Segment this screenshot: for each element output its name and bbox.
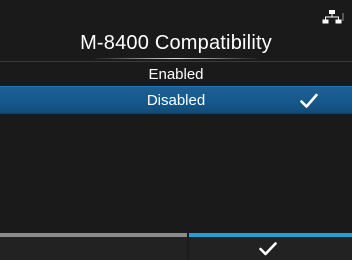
check-icon xyxy=(300,93,318,108)
option-list: Enabled Disabled xyxy=(0,61,352,114)
option-label: Enabled xyxy=(148,66,204,83)
title-underline xyxy=(92,58,260,59)
option-enabled[interactable]: Enabled xyxy=(0,61,352,86)
softkey-bar xyxy=(0,233,352,260)
empty-area xyxy=(0,118,352,233)
header: M-8400 Compatibility xyxy=(0,0,352,61)
network-icon xyxy=(322,10,344,24)
page-title: M-8400 Compatibility xyxy=(80,32,272,54)
softkey-left[interactable] xyxy=(0,233,187,260)
check-icon xyxy=(259,242,277,256)
softkey-confirm[interactable] xyxy=(189,233,352,260)
option-disabled[interactable]: Disabled xyxy=(0,86,352,114)
printer-screen: M-8400 Compatibility Enabled Disabled xyxy=(0,0,352,260)
